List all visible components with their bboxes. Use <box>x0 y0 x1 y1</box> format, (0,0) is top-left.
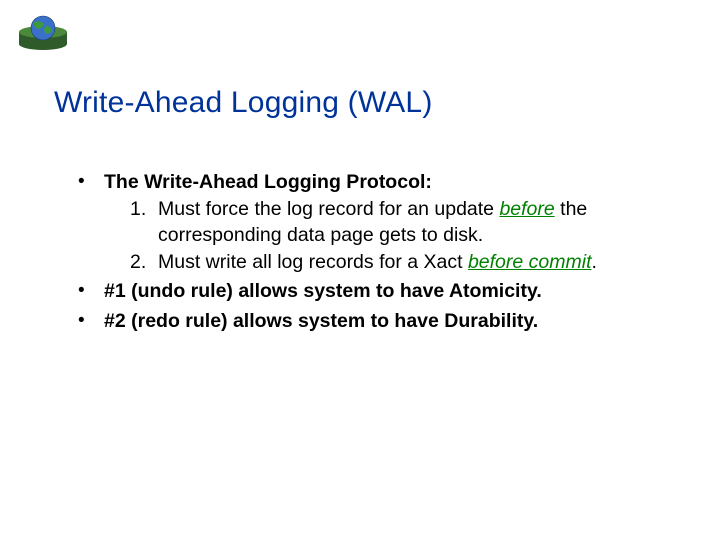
protocol-intro-a: The <box>104 171 144 193</box>
item2-emph: before commit <box>468 251 592 273</box>
item2-text-b: . <box>592 251 597 273</box>
protocol-item-1: 1. Must force the log record for an upda… <box>130 197 680 248</box>
protocol-item-2: 2. Must write all log records for a Xact… <box>130 250 680 275</box>
item1-text-a: Must force the log record for an update <box>158 198 499 220</box>
item2-number: 2. <box>130 250 146 275</box>
database-globe-icon <box>14 14 72 52</box>
slide-body: The Write-Ahead Logging Protocol: 1. Mus… <box>78 170 680 338</box>
bullet-protocol: The Write-Ahead Logging Protocol: 1. Mus… <box>78 170 680 275</box>
item2-text-a: Must write all log records for a Xact <box>158 251 468 273</box>
bullet-redo-rule: #2 (redo rule) allows system to have Dur… <box>78 309 680 334</box>
undo-rule-text: #1 (undo rule) allows system to have Ato… <box>104 280 542 302</box>
slide-title: Write-Ahead Logging (WAL) <box>54 86 433 120</box>
redo-rule-text: #2 (redo rule) allows system to have Dur… <box>104 310 538 332</box>
protocol-intro-strong: Write-Ahead Logging <box>144 171 341 193</box>
slide: Write-Ahead Logging (WAL) The Write-Ahea… <box>0 0 720 540</box>
bullet-undo-rule: #1 (undo rule) allows system to have Ato… <box>78 279 680 304</box>
item1-number: 1. <box>130 197 146 222</box>
item1-emph: before <box>499 198 554 220</box>
protocol-intro-b: Protocol: <box>341 171 432 193</box>
logo <box>14 14 72 52</box>
